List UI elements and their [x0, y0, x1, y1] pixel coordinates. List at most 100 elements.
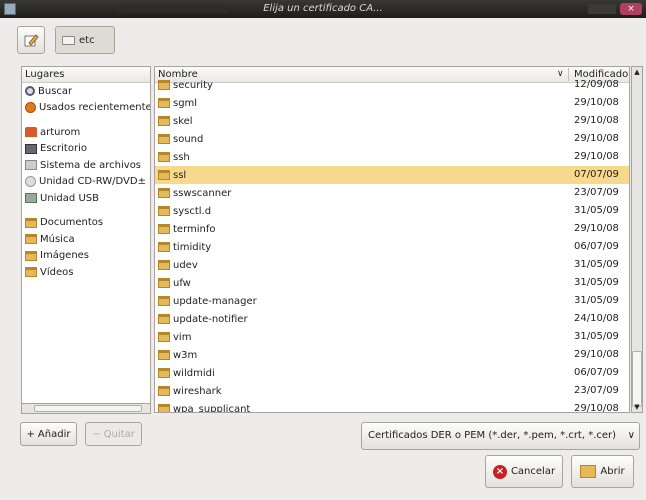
file-list-vertical-scrollbar[interactable]: ▲ ▼ [631, 66, 643, 413]
file-name-cell: wildmidi [158, 364, 215, 382]
file-name-cell: vim [158, 328, 191, 346]
place-label: Sistema de archivos [40, 159, 142, 171]
minus-icon: − [92, 428, 101, 440]
desktop-icon [25, 143, 37, 154]
place-item[interactable]: Música [22, 231, 150, 248]
window-menu-icon[interactable] [4, 3, 16, 15]
file-list-panel: Nombre ∨ Modificado security 12/09/08 sgml… [154, 66, 630, 413]
places-horizontal-scrollbar[interactable] [21, 403, 151, 414]
file-name: timidity [173, 241, 212, 253]
place-item[interactable]: Usados recientemente [22, 100, 150, 117]
place-label: Imágenes [40, 250, 90, 262]
folder-icon [158, 404, 170, 412]
path-bar-button[interactable]: etc [55, 26, 115, 54]
file-name-cell: wpa_supplicant [158, 400, 251, 413]
remove-bookmark-button[interactable]: − Quitar [85, 422, 142, 446]
file-row[interactable]: ssl 07/07/09 [155, 166, 629, 184]
folder-icon [158, 296, 170, 306]
drive-icon [62, 35, 75, 45]
hard-disk-icon [25, 160, 37, 171]
file-name-cell: ssl [158, 166, 186, 184]
file-name-cell: sgml [158, 94, 197, 112]
cancel-label: Cancelar [510, 466, 556, 477]
minimize-button[interactable] [588, 4, 616, 14]
file-row[interactable]: timidity 06/07/09 [155, 238, 629, 256]
folder-icon [158, 278, 170, 288]
file-name-cell: update-manager [158, 292, 257, 310]
place-item[interactable]: Imágenes [22, 248, 150, 265]
place-item[interactable]: Vídeos [22, 264, 150, 281]
scroll-up-icon[interactable]: ▲ [633, 68, 641, 77]
place-label: Escritorio [40, 143, 87, 155]
file-name-cell: ssh [158, 148, 190, 166]
file-modified-date: 29/10/08 [574, 349, 619, 360]
place-item[interactable]: Escritorio [22, 141, 150, 158]
file-name: sswscanner [173, 187, 232, 199]
file-row[interactable]: update-manager 31/05/09 [155, 292, 629, 310]
file-name-cell: wireshark [158, 382, 222, 400]
file-modified-date: 29/10/08 [574, 97, 619, 108]
close-button[interactable]: × [620, 3, 642, 15]
cancel-button[interactable]: × Cancelar [485, 455, 563, 488]
folder-icon [158, 350, 170, 360]
folder-icon [158, 260, 170, 270]
file-row[interactable]: terminfo 29/10/08 [155, 220, 629, 238]
file-modified-date: 24/10/08 [574, 313, 619, 324]
open-button[interactable]: Abrir [571, 455, 634, 488]
file-type-filter-select[interactable]: Certificados DER o PEM (*.der, *.pem, *.… [361, 422, 640, 450]
file-row[interactable]: update-notifier 24/10/08 [155, 310, 629, 328]
file-row[interactable]: sound 29/10/08 [155, 130, 629, 148]
file-name: sysctl.d [173, 205, 212, 217]
file-row[interactable]: skel 29/10/08 [155, 112, 629, 130]
file-modified-date: 07/07/09 [574, 169, 619, 180]
type-location-button[interactable] [17, 26, 45, 54]
file-name: wireshark [173, 385, 222, 397]
file-name-cell: timidity [158, 238, 211, 256]
place-item[interactable]: arturom [22, 124, 150, 141]
file-row[interactable]: sswscanner 23/07/09 [155, 184, 629, 202]
file-name: terminfo [173, 223, 216, 235]
title-bar[interactable]: Elija un certificado CA... × [0, 0, 646, 18]
folder-icon [158, 188, 170, 198]
folder-icon [158, 134, 170, 144]
scrollbar-thumb[interactable] [34, 405, 142, 412]
places-panel: Lugares Buscar Usados recientemente artur… [21, 66, 151, 413]
home-folder-icon [25, 127, 37, 138]
file-row[interactable]: w3m 29/10/08 [155, 346, 629, 364]
place-label: Unidad USB [40, 192, 99, 204]
place-item[interactable]: Documentos [22, 215, 150, 232]
file-row[interactable]: vim 31/05/09 [155, 328, 629, 346]
scrollbar-thumb[interactable] [632, 351, 642, 407]
place-item[interactable]: Unidad CD-RW/DVD± [22, 174, 150, 191]
file-modified-date: 29/10/08 [574, 403, 619, 413]
place-item[interactable]: Buscar [22, 83, 150, 100]
file-name: vim [173, 331, 192, 343]
place-label: Documentos [40, 217, 104, 229]
file-name: ufw [173, 277, 191, 289]
file-row[interactable]: sgml 29/10/08 [155, 94, 629, 112]
file-row[interactable]: wildmidi 06/07/09 [155, 364, 629, 382]
usb-drive-icon [25, 193, 37, 204]
folder-icon [158, 170, 170, 180]
file-name: wpa_supplicant [173, 403, 251, 413]
file-row[interactable]: wireshark 23/07/09 [155, 382, 629, 400]
places-header[interactable]: Lugares [22, 67, 150, 83]
folder-icon [25, 217, 37, 228]
place-item[interactable]: Sistema de archivos [22, 157, 150, 174]
folder-icon [158, 152, 170, 162]
file-row[interactable]: udev 31/05/09 [155, 256, 629, 274]
place-item[interactable]: Unidad USB [22, 190, 150, 207]
cancel-icon: × [492, 464, 507, 479]
file-row[interactable]: ssh 29/10/08 [155, 148, 629, 166]
place-label: Unidad CD-RW/DVD± [39, 176, 146, 188]
file-name-cell: skel [158, 112, 193, 130]
file-row[interactable]: ufw 31/05/09 [155, 274, 629, 292]
folder-icon [158, 386, 170, 396]
file-row[interactable]: security 12/09/08 [155, 76, 629, 94]
file-modified-date: 31/05/09 [574, 277, 619, 288]
file-name-cell: sswscanner [158, 184, 231, 202]
scroll-down-icon[interactable]: ▼ [633, 403, 641, 412]
add-bookmark-button[interactable]: + Añadir [20, 422, 77, 446]
file-row[interactable]: wpa_supplicant 29/10/08 [155, 400, 629, 413]
file-row[interactable]: sysctl.d 31/05/09 [155, 202, 629, 220]
